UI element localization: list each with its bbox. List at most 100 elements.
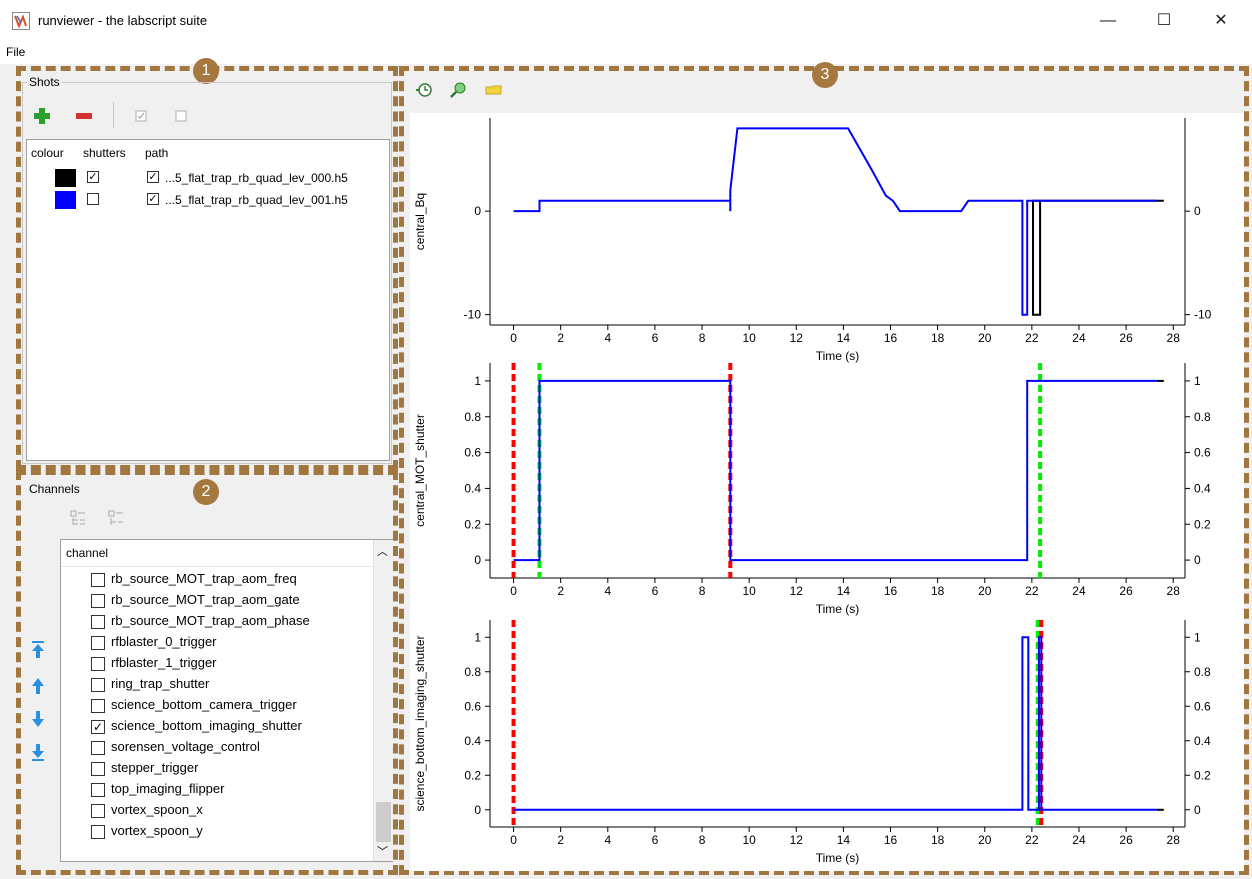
move-up-icon[interactable] [30, 676, 46, 698]
channel-checkbox[interactable] [91, 636, 105, 650]
channel-checkbox[interactable] [91, 699, 105, 713]
expand-all-icon[interactable] [68, 508, 88, 528]
y-tick-label: 0.6 [464, 699, 481, 713]
channel-name: rb_source_MOT_trap_aom_freq [111, 571, 297, 586]
channel-checkbox[interactable] [91, 615, 105, 629]
channel-checkbox[interactable] [91, 804, 105, 818]
column-header-colour[interactable]: colour [31, 146, 64, 160]
y-tick-label-right: 0.2 [1194, 768, 1211, 782]
move-to-top-icon[interactable] [30, 640, 46, 662]
y-tick-label-right: 1 [1194, 630, 1201, 644]
x-tick-label: 22 [1025, 833, 1039, 847]
reset-zoom-icon[interactable] [414, 80, 434, 100]
title-bar: runviewer - the labscript suite — ☐ ✕ [0, 0, 1252, 42]
y-tick-label-right: 0.4 [1194, 734, 1211, 748]
x-tick-label: 26 [1119, 833, 1133, 847]
x-tick-label: 8 [699, 584, 706, 598]
x-tick-label: 20 [978, 584, 992, 598]
x-tick-label: 14 [837, 833, 851, 847]
channel-name: stepper_trigger [111, 760, 199, 775]
channel-name: rb_source_MOT_trap_aom_gate [111, 592, 300, 607]
y-tick-label: 0.2 [464, 768, 481, 782]
zoom-icon[interactable] [448, 80, 468, 100]
move-to-bottom-icon[interactable] [30, 742, 46, 764]
table-row[interactable]: ✓ ...5_flat_trap_rb_quad_lev_001.h5 [27, 190, 389, 210]
x-tick-label: 18 [931, 584, 945, 598]
shots-table: colour shutters path ✓ ✓ ...5_flat_trap_… [26, 139, 390, 461]
minimize-button[interactable]: — [1085, 6, 1131, 36]
channel-checkbox[interactable]: ✓ [91, 720, 105, 734]
x-tick-label: 2 [557, 833, 564, 847]
channel-checkbox[interactable] [91, 741, 105, 755]
column-header-shutters[interactable]: shutters [83, 146, 126, 160]
shot-path-checkbox[interactable]: ✓ [147, 171, 159, 183]
column-header-path[interactable]: path [145, 146, 168, 160]
x-tick-label: 0 [510, 331, 517, 345]
y-tick-label: 0 [474, 803, 481, 817]
channel-name: vortex_spoon_x [111, 802, 203, 817]
x-tick-label: 24 [1072, 331, 1086, 345]
x-tick-label: 26 [1119, 331, 1133, 345]
x-tick-label: 2 [557, 331, 564, 345]
maximize-button[interactable]: ☐ [1141, 6, 1187, 36]
collapse-all-icon[interactable] [106, 508, 126, 528]
channel-checkbox[interactable] [91, 678, 105, 692]
folder-icon[interactable] [484, 80, 504, 100]
x-tick-label: 26 [1119, 584, 1133, 598]
x-tick-label: 20 [978, 833, 992, 847]
x-tick-label: 18 [931, 833, 945, 847]
channel-checkbox[interactable] [91, 573, 105, 587]
channel-checkbox[interactable] [91, 594, 105, 608]
move-down-icon[interactable] [30, 709, 46, 731]
channel-name: top_imaging_flipper [111, 781, 225, 796]
x-tick-label: 22 [1025, 331, 1039, 345]
plots-svg[interactable]: 0 2 4 6 8 10 12 14 16 18 20 22 24 26 28Time (s)0 0-10 -1… [410, 113, 1244, 871]
annotation-badge-1: 1 [193, 58, 219, 84]
y-axis-label: central_Bq [413, 193, 427, 250]
app-icon [12, 12, 30, 30]
channel-checkbox[interactable] [91, 783, 105, 797]
x-tick-label: 14 [837, 331, 851, 345]
add-shot-icon[interactable] [32, 106, 52, 126]
close-button[interactable]: ✕ [1198, 6, 1244, 36]
x-tick-label: 0 [510, 833, 517, 847]
plot-area[interactable]: 0 2 4 6 8 10 12 14 16 18 20 22 24 26 28 Time (s) 0 0 -10 -1… [410, 113, 1244, 871]
scroll-down-icon[interactable]: ﹀ [377, 843, 388, 859]
channel-list-scrollbar[interactable]: ︿ ﹀ [373, 540, 393, 861]
x-tick-label: 24 [1072, 584, 1086, 598]
scroll-up-icon[interactable]: ︿ [377, 543, 388, 559]
x-tick-label: 6 [652, 833, 659, 847]
series-line [513, 127, 1157, 316]
channel-name: science_bottom_imaging_shutter [111, 718, 302, 733]
remove-shot-icon[interactable] [74, 106, 94, 126]
shot-shutters-checkbox[interactable]: ✓ [87, 171, 99, 183]
table-row[interactable]: ✓ ✓ ...5_flat_trap_rb_quad_lev_000.h5 [27, 168, 389, 188]
shot-colour-swatch[interactable] [55, 191, 76, 209]
y-tick-label-right: 1 [1194, 374, 1201, 388]
channel-checkbox[interactable] [91, 825, 105, 839]
check-all-icon[interactable] [131, 106, 151, 126]
x-axis-label: Time (s) [816, 851, 860, 865]
menu-file[interactable]: File [6, 45, 25, 59]
channel-list: channel ︿ ﹀ rb_source_MOT_trap_aom_freq … [60, 539, 393, 862]
shots-label: Shots [27, 75, 62, 89]
uncheck-all-icon[interactable] [171, 106, 191, 126]
x-tick-label: 12 [790, 331, 804, 345]
series-line [513, 379, 1157, 562]
shot-shutters-checkbox[interactable] [87, 193, 99, 205]
scrollbar-thumb[interactable] [376, 802, 391, 842]
column-header-channel[interactable]: channel [66, 546, 108, 560]
y-tick-label-right: 0.4 [1194, 481, 1211, 495]
y-tick-label: 0.2 [464, 517, 481, 531]
y-tick-label-right: 0.2 [1194, 517, 1211, 531]
shot-colour-swatch[interactable] [55, 169, 76, 187]
channel-checkbox[interactable] [91, 762, 105, 776]
shot-path-checkbox[interactable]: ✓ [147, 193, 159, 205]
channel-name: rfblaster_0_trigger [111, 634, 217, 649]
y-tick-label: 0.8 [464, 410, 481, 424]
channel-checkbox[interactable] [91, 657, 105, 671]
y-tick-label: 0.4 [464, 481, 481, 495]
y-tick-label: 0.4 [464, 734, 481, 748]
series-line [513, 636, 1157, 811]
menu-bar: File [0, 42, 1252, 64]
